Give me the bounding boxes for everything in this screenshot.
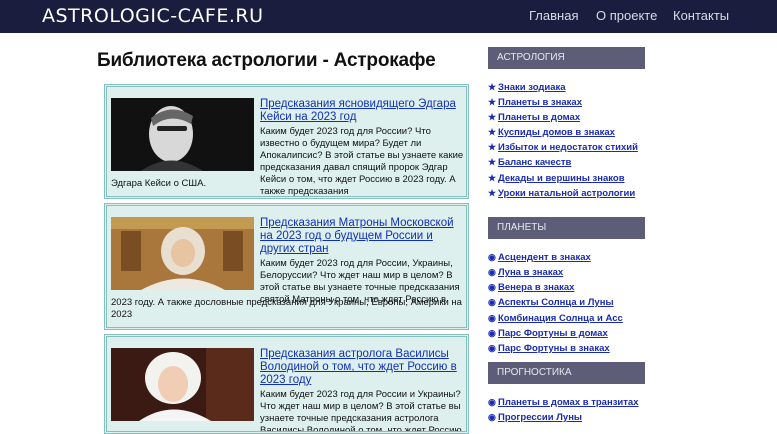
article-excerpt: Каким будет 2023 год для России и Украин… xyxy=(260,389,462,434)
article-thumbnail-image[interactable] xyxy=(111,98,254,171)
sidebar-link[interactable]: ◉ Парс Фортуны в домах xyxy=(488,328,608,339)
star-icon: ★ xyxy=(488,97,497,107)
planet-icon: ◉ xyxy=(488,397,496,407)
nav-link-contacts[interactable]: Контакты xyxy=(673,8,729,23)
sidebar-heading-astrology: АСТРОЛОГИЯ xyxy=(488,47,645,69)
sidebar-heading-prognostics: ПРОГНОСТИКА xyxy=(488,362,645,384)
star-icon: ★ xyxy=(488,142,497,152)
planet-icon: ◉ xyxy=(488,252,496,262)
sidebar-link[interactable]: ◉ Венера в знаках xyxy=(488,282,574,293)
sidebar-link[interactable]: ★ Баланс качеств xyxy=(488,157,571,168)
article-excerpt-continued: Эдгара Кейси о США. xyxy=(111,178,207,189)
site-logo[interactable]: ASTROLOGIC-CAFE.RU xyxy=(42,5,263,27)
sidebar-link[interactable]: ★ Избыток и недостаток стихий xyxy=(488,142,638,153)
sidebar-link[interactable]: ◉ Асцендент в знаках xyxy=(488,252,591,263)
nav-link-home[interactable]: Главная xyxy=(529,8,578,23)
sidebar-link[interactable]: ★ Уроки натальной астрологии xyxy=(488,188,635,199)
planet-icon: ◉ xyxy=(488,313,496,323)
article-thumbnail-image[interactable] xyxy=(111,348,254,421)
star-icon: ★ xyxy=(488,112,497,122)
top-navigation-bar: ASTROLOGIC-CAFE.RU Главная О проекте Кон… xyxy=(0,0,777,33)
star-icon: ★ xyxy=(488,188,497,198)
sidebar-link[interactable]: ★ Декады и вершины знаков xyxy=(488,173,625,184)
article-card: Предсказания астролога Василисы Володино… xyxy=(104,334,469,434)
article-card: Предсказания Матроны Московской на 2023 … xyxy=(104,203,469,330)
article-title-link[interactable]: Предсказания Матроны Московской на 2023 … xyxy=(260,217,465,256)
sidebar-heading-planets: ПЛАНЕТЫ xyxy=(488,217,645,239)
sidebar-link[interactable]: ◉ Аспекты Солнца и Луны xyxy=(488,297,614,308)
planet-icon: ◉ xyxy=(488,412,496,422)
sidebar-link[interactable]: ★ Знаки зодиака xyxy=(488,82,566,93)
article-title-link[interactable]: Предсказания ясновидящего Эдгара Кейси н… xyxy=(260,98,465,124)
sidebar-link[interactable]: ◉ Планеты в домах в транзитах xyxy=(488,397,638,408)
star-icon: ★ xyxy=(488,82,497,92)
page-title: Библиотека астрологии - Астрокафе xyxy=(97,50,436,71)
sidebar-link[interactable]: ★ Планеты в знаках xyxy=(488,97,582,108)
planet-icon: ◉ xyxy=(488,343,496,353)
sidebar-link[interactable]: ◉ Прогрессии Луны xyxy=(488,412,582,423)
sidebar-link[interactable]: ◉ Комбинация Солнца и Асс xyxy=(488,313,623,324)
sidebar-link[interactable]: ★ Планеты в домах xyxy=(488,112,580,123)
nav-link-about[interactable]: О проекте xyxy=(596,8,657,23)
sidebar-link[interactable]: ★ Куспиды домов в знаках xyxy=(488,127,615,138)
sidebar-link[interactable]: ◉ Парс Фортуны в знаках xyxy=(488,343,610,354)
article-card: Предсказания ясновидящего Эдгара Кейси н… xyxy=(104,84,469,199)
article-thumbnail-image[interactable] xyxy=(111,217,254,290)
star-icon: ★ xyxy=(488,157,497,167)
article-excerpt-continued: 2023 году. А также дословные предсказани… xyxy=(111,297,462,320)
planet-icon: ◉ xyxy=(488,267,496,277)
star-icon: ★ xyxy=(488,173,497,183)
planet-icon: ◉ xyxy=(488,282,496,292)
planet-icon: ◉ xyxy=(488,328,496,338)
star-icon: ★ xyxy=(488,127,497,137)
sidebar-link[interactable]: ◉ Луна в знаках xyxy=(488,267,563,278)
planet-icon: ◉ xyxy=(488,297,496,307)
article-title-link[interactable]: Предсказания астролога Василисы Володино… xyxy=(260,348,465,387)
